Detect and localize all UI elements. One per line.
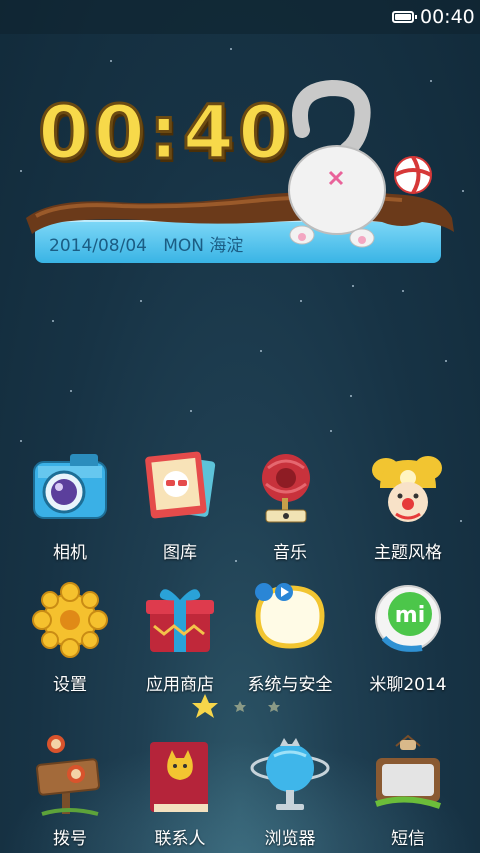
dock-dialer[interactable]: 拨号 bbox=[10, 734, 130, 849]
cat-character-decoration bbox=[288, 80, 386, 248]
app-label: 拨号 bbox=[53, 829, 87, 849]
clock-widget[interactable]: 00:40 2014/08/04 MON 海淀 bbox=[0, 60, 480, 280]
app-label: 米聊2014 bbox=[369, 675, 447, 695]
svg-text:mi: mi bbox=[395, 603, 425, 628]
app-label: 主题风格 bbox=[374, 543, 442, 563]
app-label: 浏览器 bbox=[264, 829, 316, 849]
candy-decoration bbox=[394, 155, 432, 195]
app-settings[interactable]: 设置 bbox=[10, 580, 130, 695]
status-time: 00:40 bbox=[420, 6, 475, 28]
app-camera[interactable]: 相机 bbox=[10, 448, 130, 563]
page-indicator[interactable] bbox=[190, 692, 290, 720]
contacts-icon bbox=[138, 734, 222, 818]
date: 2014/08/04 bbox=[49, 236, 147, 256]
gallery-icon bbox=[138, 448, 222, 532]
app-label: 相机 bbox=[53, 543, 87, 563]
app-themes[interactable]: 主题风格 bbox=[348, 448, 468, 563]
dock-browser[interactable]: 浏览器 bbox=[230, 734, 350, 849]
themes-icon bbox=[366, 448, 450, 532]
dock-contacts[interactable]: 联系人 bbox=[120, 734, 240, 849]
dialer-icon bbox=[28, 734, 112, 818]
messages-icon bbox=[366, 734, 450, 818]
music-icon bbox=[248, 448, 332, 532]
app-label: 图库 bbox=[163, 543, 197, 563]
battery-full-icon bbox=[392, 11, 417, 23]
status-bar: 00:40 bbox=[0, 0, 480, 34]
app-store[interactable]: 应用商店 bbox=[120, 580, 240, 695]
page-dot-star-icon bbox=[268, 701, 280, 712]
app-miliao[interactable]: mi 米聊2014 bbox=[348, 580, 468, 695]
app-music[interactable]: 音乐 bbox=[230, 448, 350, 563]
app-store-gift-icon bbox=[138, 580, 222, 664]
camera-icon bbox=[28, 448, 112, 532]
miliao-icon: mi bbox=[366, 580, 450, 664]
location: 海淀 bbox=[209, 236, 244, 256]
app-gallery[interactable]: 图库 bbox=[120, 448, 240, 563]
weekday: MON bbox=[163, 236, 204, 256]
app-label: 短信 bbox=[391, 829, 425, 849]
app-security[interactable]: 系统与安全 bbox=[230, 580, 350, 695]
page-dot-star-icon bbox=[234, 701, 246, 712]
settings-gear-icon bbox=[28, 580, 112, 664]
dock-messages[interactable]: 短信 bbox=[348, 734, 468, 849]
page-dot-active-star-icon bbox=[192, 694, 218, 718]
browser-icon bbox=[248, 734, 332, 818]
clock-time: 00:40 bbox=[37, 89, 294, 178]
security-icon bbox=[248, 580, 332, 664]
app-label: 联系人 bbox=[154, 829, 206, 849]
app-label: 音乐 bbox=[273, 543, 307, 563]
app-label: 设置 bbox=[53, 675, 87, 695]
